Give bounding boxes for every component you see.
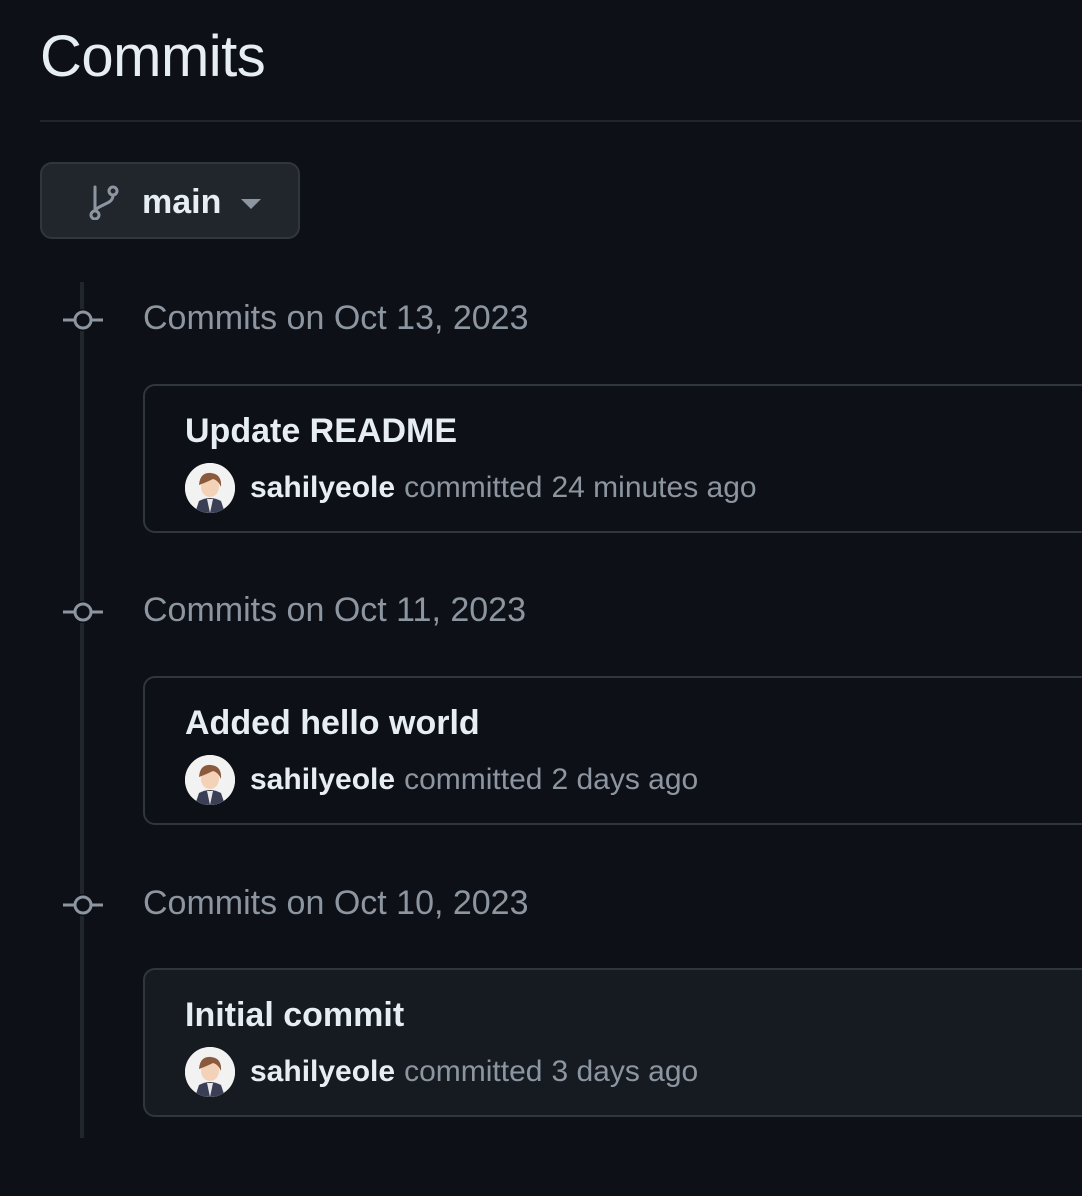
git-branch-icon	[89, 185, 119, 220]
title-divider	[40, 120, 1082, 122]
commit-node-icon	[62, 894, 104, 916]
commit-action-text: committed	[404, 471, 543, 504]
chevron-down-icon	[241, 199, 261, 209]
commit-message-link[interactable]: Added hello world	[185, 702, 480, 744]
commit-group-date: Commits on Oct 13, 2023	[143, 299, 529, 337]
commit-time[interactable]: 2 days ago	[551, 763, 698, 797]
commit-meta: sahilyeole committed 24 minutes ago	[185, 463, 757, 513]
commit-node-icon	[62, 309, 104, 331]
commit-author-link[interactable]: sahilyeole	[250, 1055, 395, 1089]
commit-meta: sahilyeole committed 3 days ago	[185, 1047, 698, 1097]
commit-message-link[interactable]: Initial commit	[185, 994, 404, 1036]
commit-author-link[interactable]: sahilyeole	[250, 763, 395, 797]
commit-message-link[interactable]: Update README	[185, 410, 457, 452]
commit-group-date: Commits on Oct 11, 2023	[143, 591, 526, 629]
commit-time[interactable]: 24 minutes ago	[551, 471, 756, 505]
commit-card: Added hello world sahilyeole committed 2…	[143, 676, 1082, 825]
commit-group-date: Commits on Oct 10, 2023	[143, 884, 529, 922]
commit-action-text: committed	[404, 763, 543, 796]
commit-card: Initial commit sahilyeole committed 3 da…	[143, 968, 1082, 1117]
page-title: Commits	[40, 24, 266, 89]
timeline-line	[80, 282, 84, 1138]
commit-node-icon	[62, 601, 104, 623]
commit-author-link[interactable]: sahilyeole	[250, 471, 395, 505]
branch-label: main	[142, 183, 222, 221]
branch-select-button[interactable]: main	[40, 162, 300, 239]
commit-card: Update README sahilyeole committed 24 mi…	[143, 384, 1082, 533]
commit-meta: sahilyeole committed 2 days ago	[185, 755, 698, 805]
avatar[interactable]	[185, 755, 235, 805]
commit-time[interactable]: 3 days ago	[551, 1055, 698, 1089]
avatar[interactable]	[185, 463, 235, 513]
avatar[interactable]	[185, 1047, 235, 1097]
commit-action-text: committed	[404, 1055, 543, 1088]
